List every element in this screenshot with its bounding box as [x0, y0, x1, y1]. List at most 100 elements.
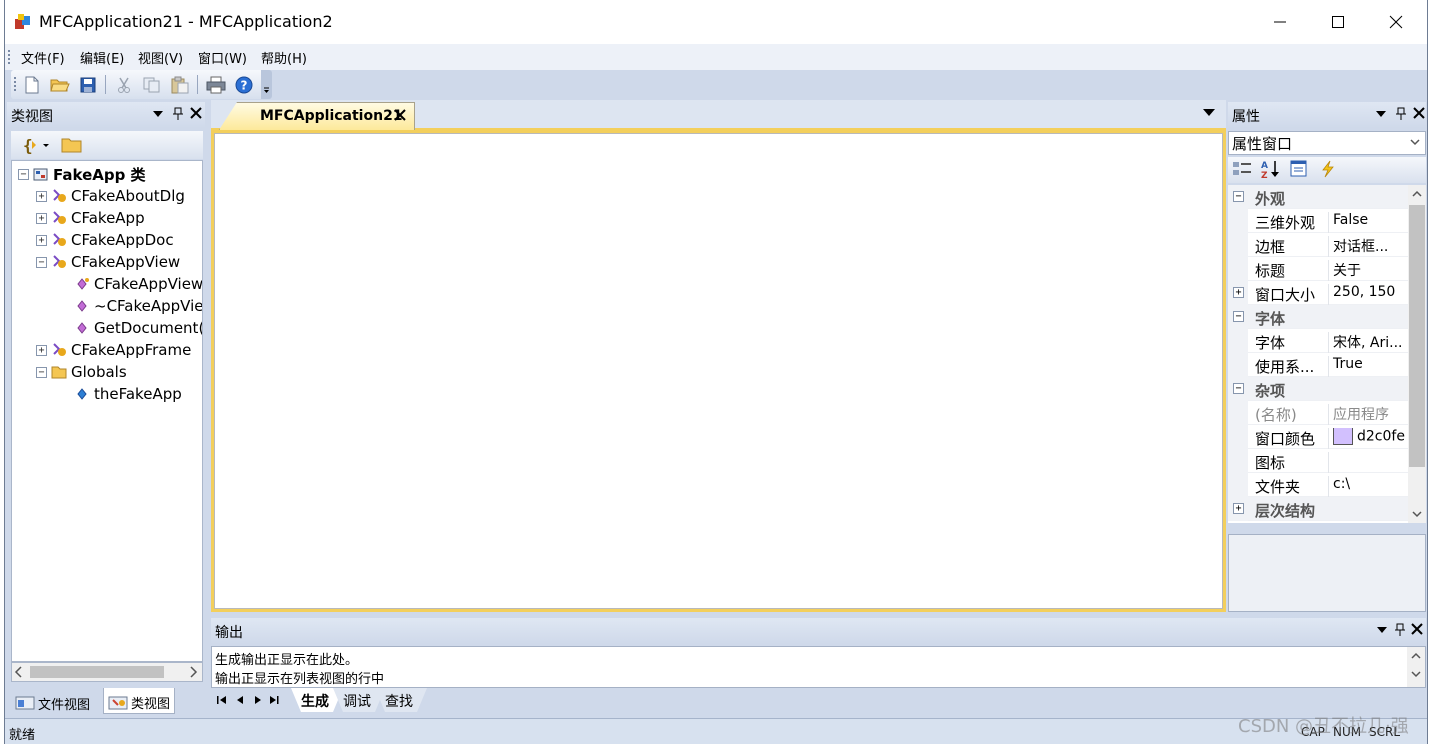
pane-close-button[interactable] — [1410, 623, 1424, 637]
expand-icon[interactable]: + — [36, 234, 47, 246]
tree-item[interactable]: − Globals — [36, 361, 127, 383]
cut-button[interactable] — [113, 74, 135, 96]
scrollbar-thumb[interactable] — [1409, 205, 1425, 467]
tree-item[interactable]: theFakeApp — [74, 383, 182, 405]
tree-item[interactable]: CFakeAppView — [74, 273, 202, 295]
property-value[interactable]: 应用程序 — [1328, 404, 1408, 425]
menu-edit[interactable]: 编辑(E) — [80, 48, 124, 67]
property-category[interactable]: − 外观 — [1228, 185, 1408, 209]
prev-tab-button[interactable] — [235, 695, 245, 708]
property-category[interactable]: + 层次结构 — [1228, 497, 1408, 521]
scrollbar-thumb[interactable] — [30, 666, 164, 678]
property-value[interactable]: 对话框... — [1328, 236, 1408, 257]
property-row[interactable]: 窗口颜色 d2c0fe — [1228, 425, 1408, 449]
property-row[interactable]: 使用系... True — [1228, 353, 1408, 377]
next-tab-button[interactable] — [253, 695, 263, 708]
events-button[interactable] — [1320, 160, 1336, 182]
open-button[interactable] — [49, 74, 71, 96]
class-tree-hscrollbar[interactable] — [11, 662, 203, 682]
print-button[interactable] — [205, 74, 227, 96]
pane-close-button[interactable] — [189, 107, 203, 121]
tab-class-view[interactable]: 类视图 — [103, 688, 176, 714]
maximize-button[interactable] — [1309, 0, 1367, 44]
properties-object-combo[interactable]: 属性窗口 — [1228, 131, 1426, 155]
property-row[interactable]: 文件夹 c:\ — [1228, 473, 1408, 497]
expand-icon[interactable]: + — [1233, 287, 1244, 298]
property-grid-vscrollbar[interactable] — [1408, 185, 1426, 523]
expand-icon[interactable]: + — [36, 212, 47, 224]
paste-button[interactable] — [169, 74, 191, 96]
collapse-icon[interactable]: − — [18, 168, 29, 180]
tree-item[interactable]: + CFakeAppDoc — [36, 229, 174, 251]
pane-pin-button[interactable] — [1394, 107, 1408, 121]
tab-find[interactable]: 查找 — [375, 688, 427, 712]
property-row[interactable]: 三维外观 False — [1228, 209, 1408, 233]
expand-icon[interactable]: + — [1233, 503, 1244, 514]
expand-icon[interactable]: + — [36, 190, 47, 202]
menu-help[interactable]: 帮助(H) — [261, 48, 307, 67]
output-vscrollbar[interactable] — [1407, 647, 1425, 687]
pane-pin-button[interactable] — [171, 107, 185, 121]
color-swatch[interactable] — [1333, 428, 1353, 445]
tree-item[interactable]: GetDocument() — [74, 317, 202, 339]
first-tab-button[interactable] — [217, 695, 227, 708]
property-row[interactable]: (名称) 应用程序 — [1228, 401, 1408, 425]
copy-button[interactable] — [141, 74, 163, 96]
property-value[interactable] — [1328, 452, 1408, 473]
last-tab-button[interactable] — [269, 695, 279, 708]
property-value[interactable]: 250, 150 — [1328, 284, 1408, 305]
toolbar-grip[interactable] — [14, 77, 16, 92]
menu-view[interactable]: 视图(V) — [138, 48, 183, 67]
property-pages-button[interactable] — [1290, 160, 1308, 182]
property-value[interactable]: 宋体, Ari... — [1328, 332, 1408, 353]
property-category[interactable]: − 杂项 — [1228, 377, 1408, 401]
document-list-dropdown-icon[interactable] — [1203, 109, 1215, 116]
help-button[interactable]: ? — [233, 74, 255, 96]
tree-item[interactable]: ~CFakeAppView — [74, 295, 202, 317]
tree-item[interactable]: + CFakeAboutDlg — [36, 185, 185, 207]
output-list[interactable]: 生成输出正显示在此处。 输出正显示在列表视图的行中 — [211, 646, 1426, 688]
sort-button[interactable]: { — [21, 135, 53, 159]
toolbar-overflow-button[interactable] — [261, 70, 272, 99]
document-tab-close-button[interactable] — [394, 106, 406, 125]
collapse-icon[interactable]: − — [1233, 191, 1244, 202]
new-button[interactable] — [21, 74, 43, 96]
tab-file-view[interactable]: 文件视图 — [11, 688, 94, 714]
tree-item[interactable]: − FakeApp 类 — [18, 163, 146, 185]
property-value[interactable]: c:\ — [1328, 476, 1408, 497]
collapse-icon[interactable]: − — [36, 256, 47, 268]
document-tab[interactable]: MFCApplication21 — [219, 102, 415, 130]
document-view[interactable] — [214, 133, 1223, 609]
pane-menu-button[interactable] — [151, 107, 165, 121]
pane-pin-button[interactable] — [1393, 623, 1407, 637]
collapse-icon[interactable]: − — [1233, 311, 1244, 322]
new-folder-button[interactable] — [61, 136, 83, 158]
collapse-icon[interactable]: − — [36, 366, 47, 378]
class-tree[interactable]: − FakeApp 类 + CFakeAboutDlg + CFakeApp + CFakeA… — [11, 160, 203, 662]
tree-item[interactable]: + CFakeAppFrame — [36, 339, 191, 361]
property-grid[interactable]: − 外观 三维外观 False 边框 对话框... 标题 关于 + 窗口大小 250, 150− 字体… — [1228, 185, 1408, 523]
save-button[interactable] — [77, 74, 99, 96]
minimize-button[interactable] — [1251, 0, 1309, 44]
tree-item[interactable]: + CFakeApp — [36, 207, 145, 229]
tree-item[interactable]: − CFakeAppView — [36, 251, 180, 273]
pane-menu-button[interactable] — [1374, 107, 1388, 121]
pane-menu-button[interactable] — [1375, 623, 1389, 637]
menu-grip[interactable] — [8, 50, 10, 64]
pane-close-button[interactable] — [1412, 107, 1426, 121]
property-value[interactable]: d2c0fe — [1328, 428, 1408, 449]
menu-file[interactable]: 文件(F) — [21, 48, 65, 67]
property-value[interactable]: False — [1328, 212, 1408, 233]
alphabetical-button[interactable]: AZ — [1260, 159, 1282, 183]
property-row[interactable]: 图标 — [1228, 449, 1408, 473]
property-category[interactable]: − 字体 — [1228, 305, 1408, 329]
close-button[interactable] — [1367, 0, 1425, 44]
property-value[interactable]: True — [1328, 356, 1408, 377]
property-row[interactable]: 字体 宋体, Ari... — [1228, 329, 1408, 353]
property-row[interactable]: + 窗口大小 250, 150 — [1228, 281, 1408, 305]
menu-window[interactable]: 窗口(W) — [198, 48, 247, 67]
property-row[interactable]: 标题 关于 — [1228, 257, 1408, 281]
collapse-icon[interactable]: − — [1233, 383, 1244, 394]
expand-icon[interactable]: + — [36, 344, 47, 356]
categorized-button[interactable] — [1232, 160, 1252, 182]
